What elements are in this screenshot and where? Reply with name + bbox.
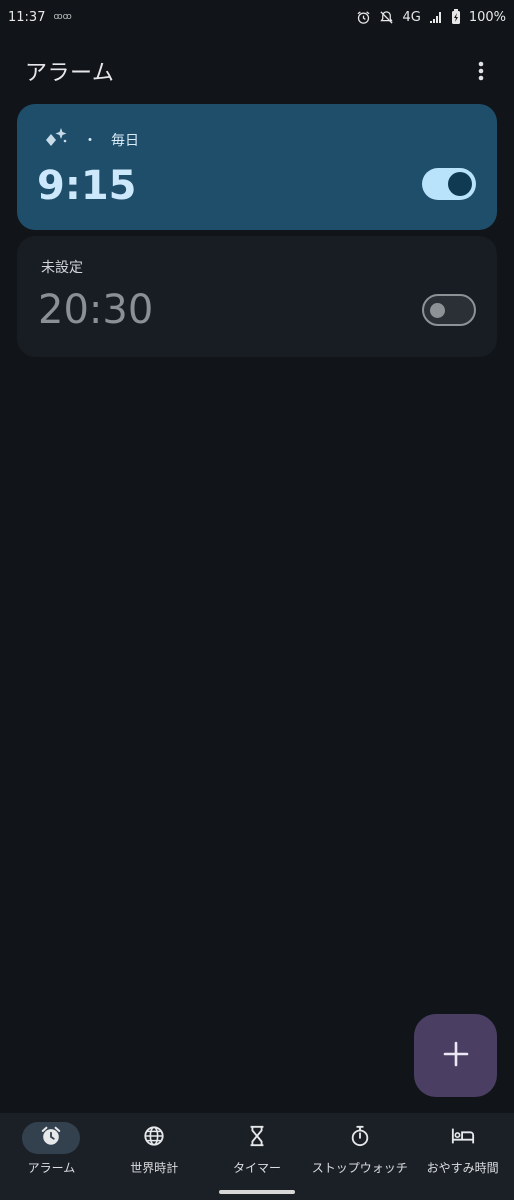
alarm-repeat-label: 未設定 bbox=[41, 260, 83, 276]
page-title: アラーム bbox=[25, 61, 115, 86]
nav-label: ストップウォッチ bbox=[311, 1161, 408, 1175]
alarm-card[interactable]: ・ 毎日 9:15 bbox=[17, 104, 497, 230]
more-vert-icon[interactable] bbox=[466, 56, 496, 86]
battery-percent: 100% bbox=[468, 9, 506, 25]
status-time: 11:37 bbox=[8, 9, 46, 25]
alarm-toggle[interactable] bbox=[422, 168, 476, 200]
notification-dots-icon: ꝏꝏ bbox=[53, 12, 72, 22]
alarm-toggle[interactable] bbox=[422, 294, 476, 326]
add-icon bbox=[443, 1041, 469, 1071]
nav-icon-container bbox=[434, 1122, 492, 1154]
nav-label: 世界時計 bbox=[130, 1161, 179, 1175]
nav-icon-container bbox=[22, 1122, 81, 1154]
signal-icon bbox=[429, 10, 443, 24]
notifications-off-icon bbox=[379, 10, 394, 25]
alarm-separator: ・ bbox=[83, 133, 97, 149]
status-bar: 11:37 ꝏꝏ 4G 100% bbox=[0, 0, 514, 34]
nav-icon-container bbox=[228, 1122, 286, 1154]
alarm-repeat-row: ・ 毎日 bbox=[43, 126, 139, 154]
alarm-card[interactable]: 未設定 20:30 bbox=[17, 236, 497, 357]
nav-label: おやすみ時間 bbox=[426, 1161, 499, 1175]
network-type: 4G bbox=[402, 9, 421, 25]
alarm-time[interactable]: 20:30 bbox=[38, 290, 153, 330]
toggle-knob bbox=[448, 172, 472, 196]
nav-label: タイマー bbox=[232, 1161, 281, 1175]
nav-icon-container bbox=[125, 1122, 183, 1154]
nav-item-timer[interactable]: タイマー bbox=[206, 1113, 309, 1200]
home-indicator bbox=[219, 1190, 295, 1194]
alarm-icon bbox=[40, 1125, 62, 1151]
bottom-navigation: アラーム 世界時計 タイマー ストップウォッチ おやすみ時間 bbox=[0, 1113, 514, 1200]
nav-item-world-clock[interactable]: 世界時計 bbox=[103, 1113, 206, 1200]
hourglass-icon bbox=[247, 1125, 267, 1151]
nav-item-alarm[interactable]: アラーム bbox=[0, 1113, 103, 1200]
nav-item-stopwatch[interactable]: ストップウォッチ bbox=[308, 1113, 411, 1200]
add-alarm-button[interactable] bbox=[414, 1014, 497, 1097]
bed-icon bbox=[451, 1126, 475, 1150]
globe-icon bbox=[143, 1125, 165, 1151]
stopwatch-icon bbox=[349, 1125, 371, 1151]
app-bar: アラーム bbox=[0, 52, 514, 90]
alarm-icon bbox=[356, 10, 371, 25]
battery-charging-icon bbox=[451, 9, 461, 25]
alarm-repeat-label: 毎日 bbox=[111, 133, 139, 149]
nav-icon-container bbox=[331, 1122, 389, 1154]
sparkle-icon bbox=[43, 126, 69, 154]
toggle-knob bbox=[430, 303, 445, 318]
nav-item-bedtime[interactable]: おやすみ時間 bbox=[411, 1113, 514, 1200]
alarm-time[interactable]: 9:15 bbox=[37, 166, 137, 206]
nav-label: アラーム bbox=[27, 1161, 76, 1175]
